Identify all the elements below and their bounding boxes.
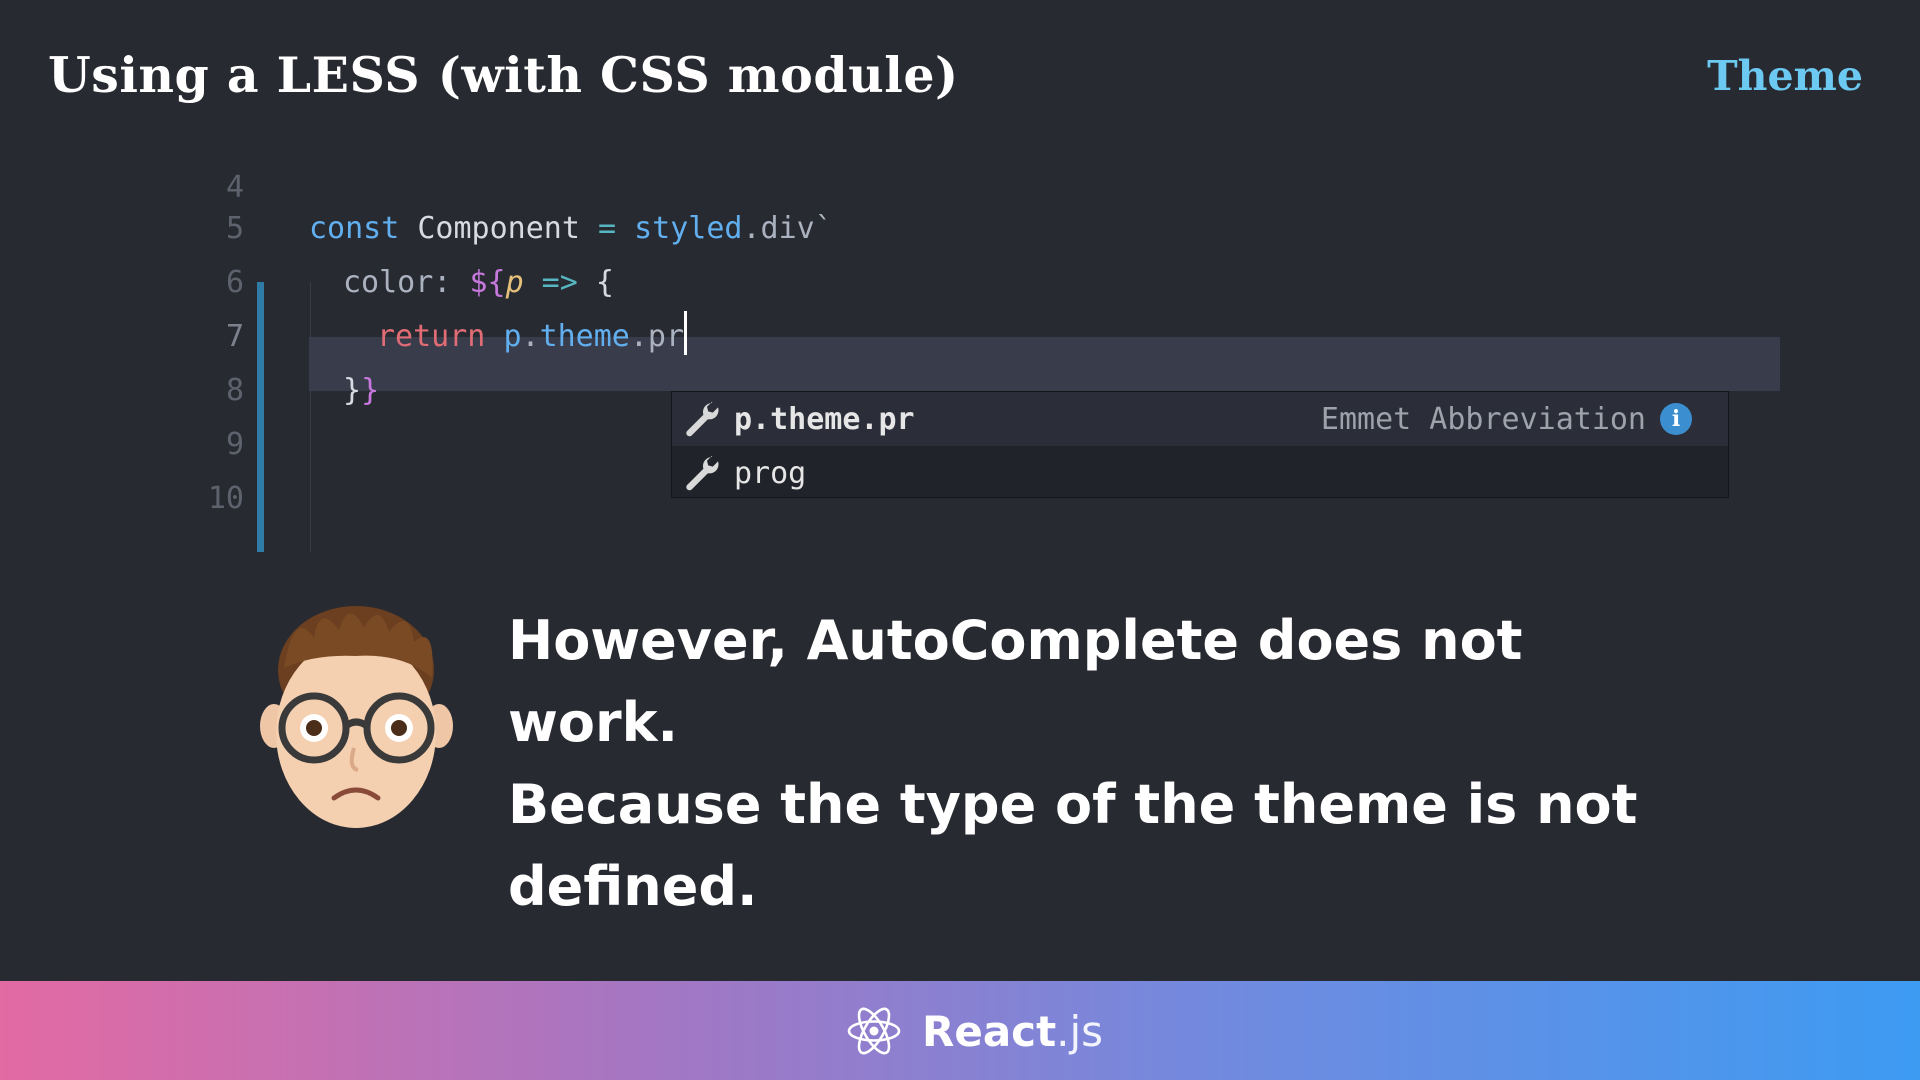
line-number-current: 7 [225, 319, 244, 354]
info-icon[interactable]: i [1660, 403, 1692, 435]
message-line: defined. [508, 855, 758, 918]
member-theme: theme [539, 319, 630, 354]
member: .div` [742, 211, 833, 246]
message-text: However, AutoComplete does not work. Bec… [508, 600, 1708, 928]
suggestion-label: p.theme.pr [734, 401, 915, 437]
text-cursor [684, 311, 688, 355]
identifier: Component [399, 211, 598, 246]
dot: . [521, 319, 540, 354]
message-line: Because the type of the theme is not [508, 773, 1638, 836]
react-atom-icon [847, 1007, 901, 1055]
wrench-icon [686, 401, 719, 437]
suggestion-label: prog [734, 455, 807, 491]
slide-title: Using a LESS (with CSS module) [48, 46, 959, 104]
keyword-return: return [377, 319, 486, 354]
brand-logo: React .js [846, 1003, 1103, 1059]
brace: { [595, 265, 614, 300]
brace: } [343, 373, 362, 408]
message-line: However, AutoComplete does not work. [508, 609, 1523, 754]
code-line-6[interactable]: color: ${p => { [343, 256, 614, 310]
template-close: } [361, 373, 380, 408]
brand-name: React [922, 1006, 1057, 1056]
keyword-const: const [309, 211, 400, 246]
code-line-8[interactable]: }} [343, 364, 379, 418]
css-property: color: [343, 265, 470, 300]
template-open: ${ [469, 265, 506, 300]
arrow: => [523, 265, 596, 300]
section-tag: Theme [1707, 52, 1863, 100]
suggestion-item[interactable]: prog [672, 446, 1728, 500]
brand-suffix: .js [1056, 1006, 1104, 1056]
member-partial: .pr [629, 319, 685, 354]
identifier-p: p [503, 319, 522, 354]
line-number: 5 [225, 211, 244, 246]
indent-guide [310, 282, 311, 552]
code-editor[interactable]: 4 5 6 7 8 9 10 const Component = styled.… [0, 170, 1920, 556]
suggestion-item[interactable]: p.theme.pr Emmet Abbreviation i [672, 392, 1728, 446]
line-number: 9 [225, 427, 244, 462]
code-line-7[interactable]: return p.theme.pr [377, 310, 688, 364]
line-number: 6 [225, 265, 244, 300]
operator: = [598, 211, 617, 246]
footer-banner: React .js [0, 981, 1920, 1080]
param: p [505, 265, 524, 300]
wrench-icon [686, 455, 719, 491]
line-number: 8 [225, 373, 244, 408]
code-line-5[interactable]: const Component = styled.div` [309, 202, 833, 256]
suggestion-detail: Emmet Abbreviation [1320, 401, 1646, 437]
autocomplete-popup[interactable]: p.theme.pr Emmet Abbreviation i prog [671, 391, 1729, 498]
git-change-marker [257, 282, 264, 552]
line-number: 10 [207, 481, 244, 516]
identifier-styled: styled [616, 211, 743, 246]
memoji-avatar [260, 606, 453, 828]
